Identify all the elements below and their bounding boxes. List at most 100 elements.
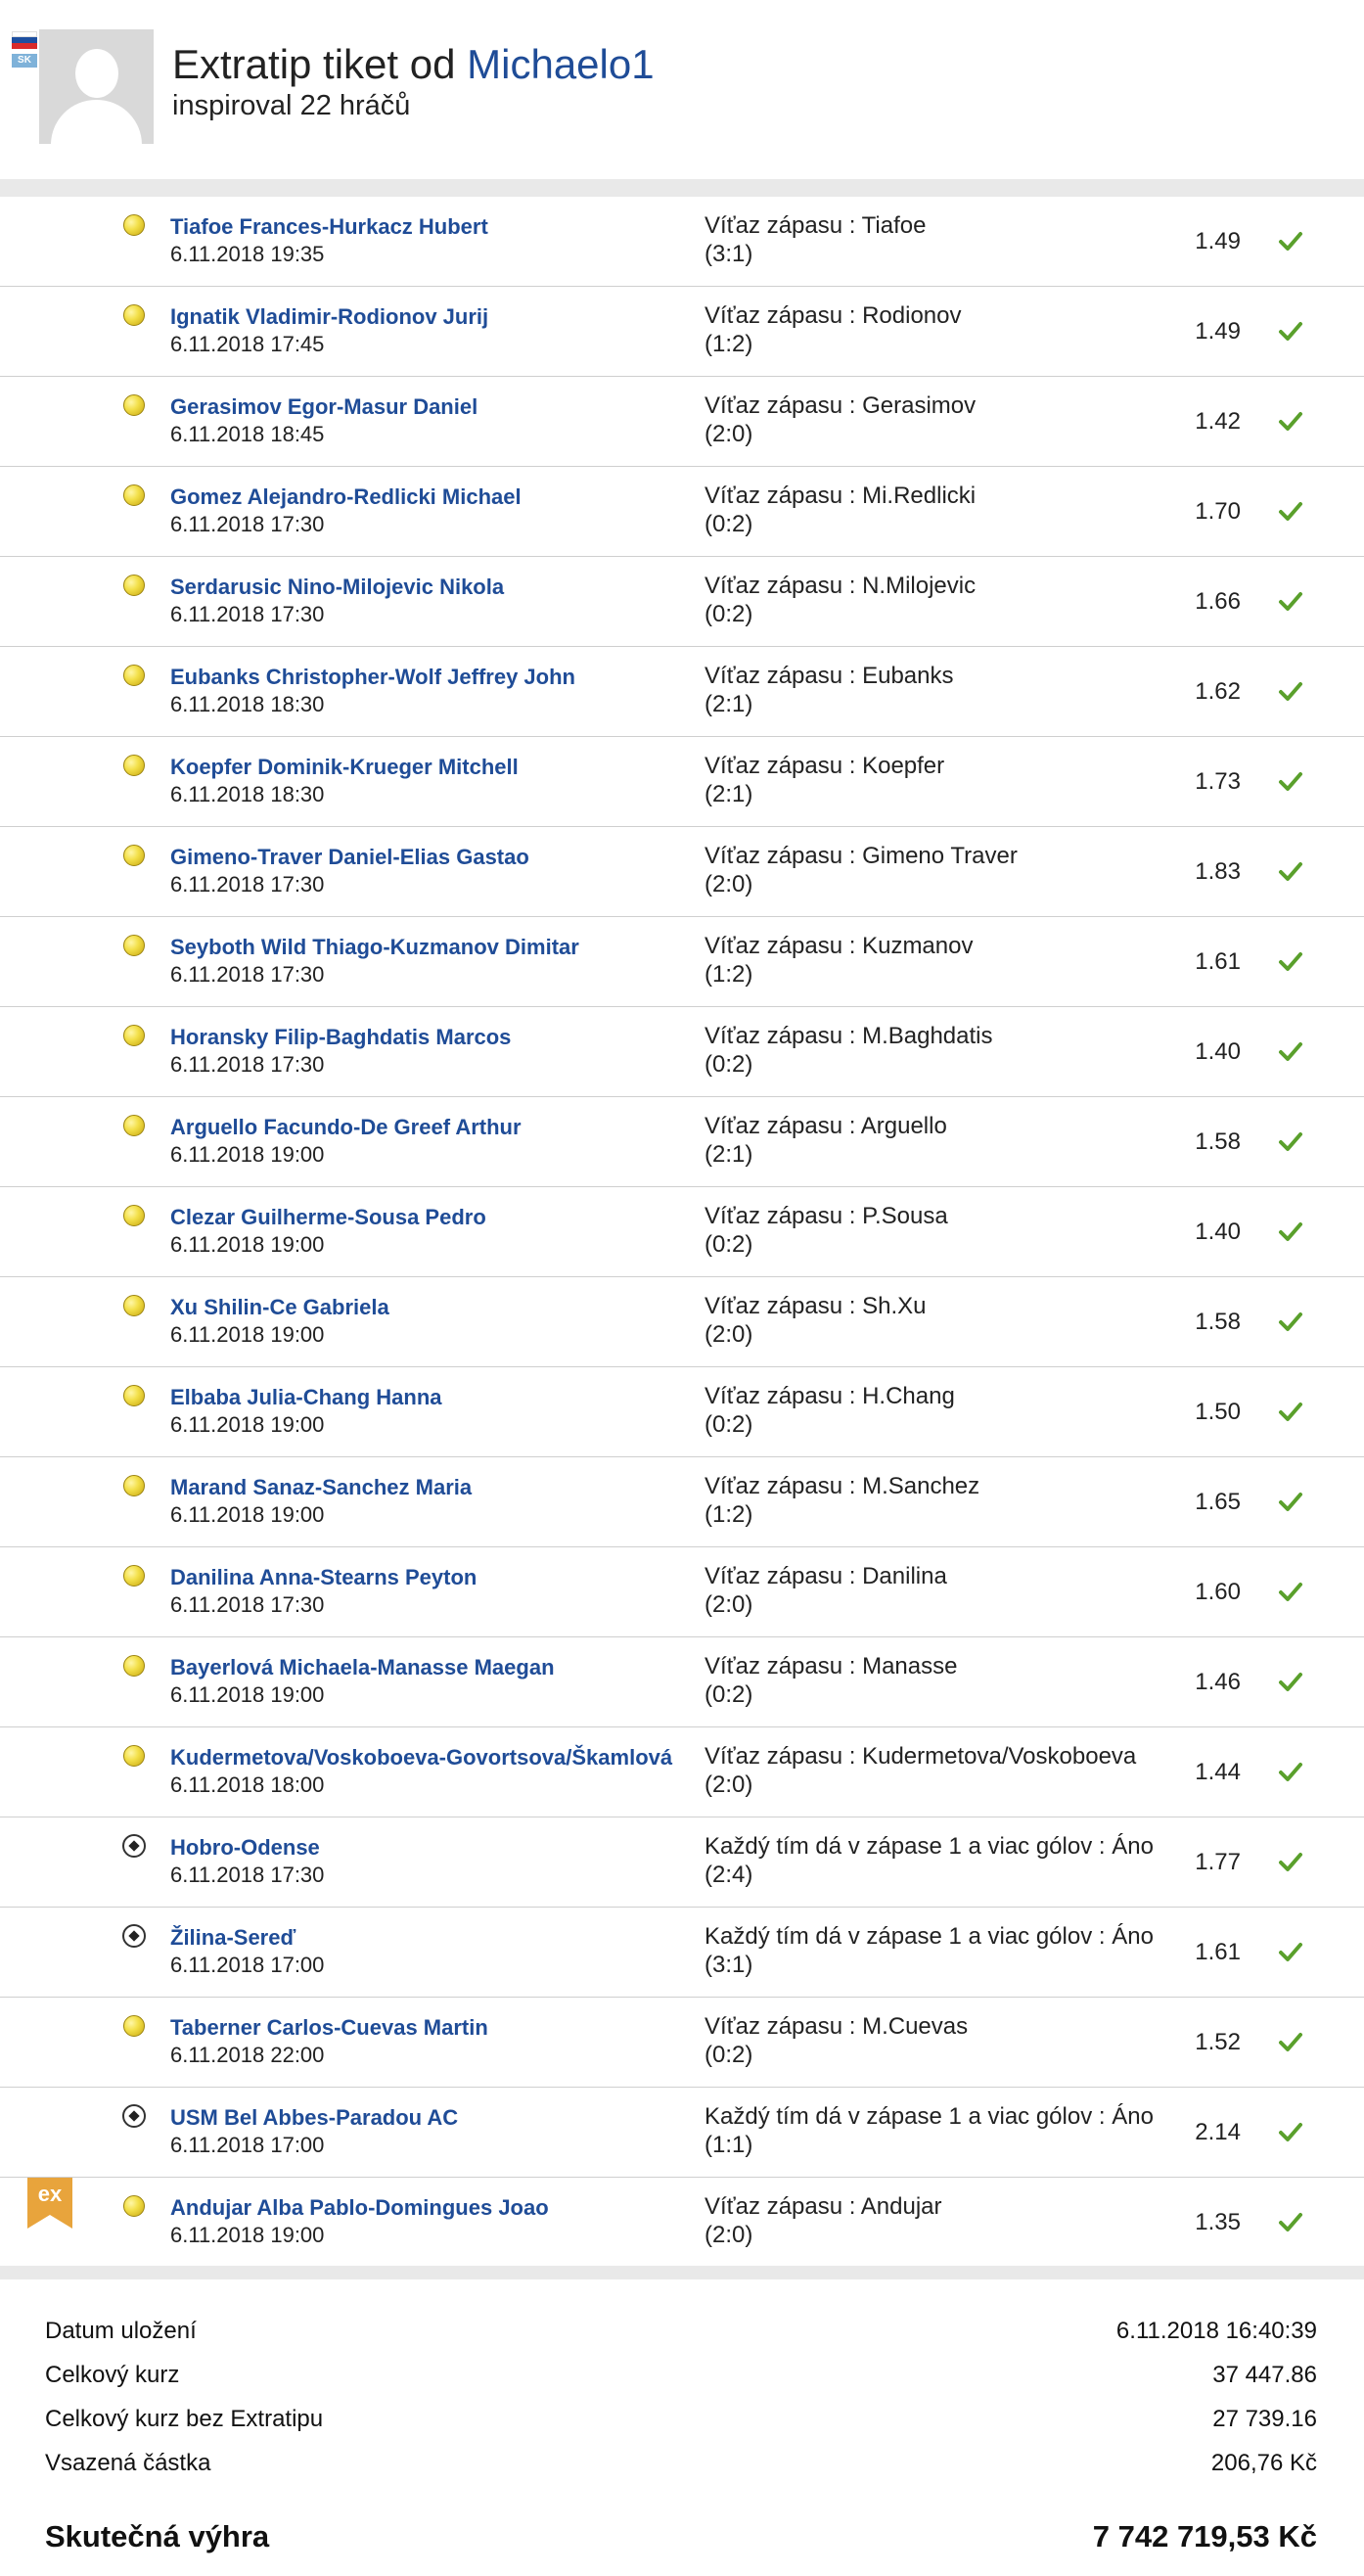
bet-row: Hobro-Odense 6.11.2018 17:30 Každý tím dá … (0, 1817, 1364, 1908)
author-link[interactable]: Michaelo1 (467, 41, 654, 87)
avatar[interactable] (39, 29, 154, 144)
match-link[interactable]: Gimeno-Traver Daniel-Elias Gastao (170, 845, 529, 870)
match-date: 6.11.2018 17:45 (170, 332, 325, 356)
match-score: (0:2) (705, 601, 753, 627)
won-check-icon (1279, 1132, 1302, 1151)
match-link[interactable]: Arguello Facundo-De Greef Arthur (170, 1115, 522, 1140)
match-link[interactable]: Andujar Alba Pablo-Domingues Joao (170, 2195, 549, 2221)
match-score: (2:1) (705, 691, 753, 717)
match-date: 6.11.2018 17:00 (170, 2133, 325, 2157)
match-link[interactable]: Clezar Guilherme-Sousa Pedro (170, 1205, 486, 1230)
tennis-ball-icon (123, 214, 145, 236)
soccer-ball-icon (122, 1924, 146, 1948)
match-score: (0:2) (705, 1411, 753, 1438)
won-check-icon (1279, 1853, 1302, 1871)
summary-value: 6.11.2018 16:40:39 (1115, 2318, 1317, 2344)
bet-pick: Víťaz zápasu : Rodionov (705, 302, 962, 329)
bets-list: Tiafoe Frances-Hurkacz Hubert 6.11.2018 1… (0, 197, 1364, 2268)
bet-pick: Víťaz zápasu : Sh.Xu (705, 1293, 927, 1319)
match-link[interactable]: Hobro-Odense (170, 1835, 320, 1861)
tennis-ball-icon (123, 665, 145, 686)
bet-row: Bayerlová Michaela-Manasse Maegan 6.11.20… (0, 1637, 1364, 1727)
won-check-icon (1279, 592, 1302, 611)
flag-code: SK (12, 54, 37, 68)
match-date: 6.11.2018 17:30 (170, 1863, 325, 1887)
match-link[interactable]: Koepfer Dominik-Krueger Mitchell (170, 755, 519, 780)
match-link[interactable]: Ignatik Vladimir-Rodionov Jurij (170, 304, 488, 330)
match-score: (2:0) (705, 1771, 753, 1798)
match-date: 6.11.2018 19:00 (170, 1142, 325, 1167)
match-score: (1:2) (705, 1501, 753, 1528)
bet-odds: 1.50 (1195, 1399, 1241, 1425)
match-link[interactable]: Serdarusic Nino-Milojevic Nikola (170, 575, 504, 600)
tennis-ball-icon (123, 2015, 145, 2037)
match-score: (1:2) (705, 961, 753, 988)
bet-pick: Každý tím dá v zápase 1 a viac gólov : Á… (705, 1833, 1154, 1860)
page-title: Extratip tiket od Michaelo1 (172, 41, 655, 88)
tennis-ball-icon (123, 1025, 145, 1046)
match-date: 6.11.2018 19:00 (170, 2223, 325, 2247)
summary-label: Datum uložení (45, 2318, 197, 2344)
bet-pick: Víťaz zápasu : M.Cuevas (705, 2013, 969, 2040)
match-link[interactable]: Marand Sanaz-Sanchez Maria (170, 1475, 472, 1500)
bet-pick: Víťaz zápasu : N.Milojevic (705, 573, 977, 599)
bet-pick: Víťaz zápasu : Tiafoe (705, 212, 927, 239)
won-check-icon (1279, 1493, 1302, 1511)
bet-pick: Víťaz zápasu : Gimeno Traver (705, 843, 1018, 869)
bet-pick: Víťaz zápasu : Gerasimov (705, 392, 977, 419)
won-check-icon (1279, 1403, 1302, 1421)
match-link[interactable]: Bayerlová Michaela-Manasse Maegan (170, 1655, 555, 1680)
ticket-summary: Datum uložení 6.11.2018 16:40:39 Celkový k… (45, 2310, 1317, 2486)
bet-odds: 1.46 (1195, 1669, 1241, 1695)
match-date: 6.11.2018 19:35 (170, 242, 325, 266)
title-prefix: Extratip tiket od (172, 41, 456, 87)
summary-row: Celkový kurz 37 447.86 (45, 2354, 1317, 2398)
match-link[interactable]: Gerasimov Egor-Masur Daniel (170, 394, 477, 420)
inspired-suffix: hráčů (339, 90, 411, 121)
tennis-ball-icon (123, 1655, 145, 1677)
match-link[interactable]: Žilina-Sereď (170, 1925, 296, 1951)
tennis-ball-icon (123, 1295, 145, 1316)
match-date: 6.11.2018 17:30 (170, 962, 325, 987)
bet-row: Marand Sanaz-Sanchez Maria 6.11.2018 19:0… (0, 1457, 1364, 1547)
match-link[interactable]: Kudermetova/Voskoboeva-Govortsova/Škamlo… (170, 1745, 672, 1771)
won-check-icon (1279, 1222, 1302, 1241)
won-check-icon (1279, 322, 1302, 341)
soccer-ball-icon (122, 1834, 146, 1858)
inspired-text: inspiroval 22 hráčů (172, 90, 410, 122)
summary-row: Vsazená částka 206,76 Kč (45, 2442, 1317, 2486)
match-score: (0:2) (705, 1231, 753, 1258)
match-link[interactable]: Xu Shilin-Ce Gabriela (170, 1295, 389, 1320)
bet-odds: 1.40 (1195, 1219, 1241, 1245)
match-link[interactable]: USM Bel Abbes-Paradou AC (170, 2105, 458, 2131)
bet-odds: 1.49 (1195, 228, 1241, 254)
match-date: 6.11.2018 19:00 (170, 1682, 325, 1707)
actual-win-value: 7 742 719,53 Kč (1092, 2519, 1317, 2553)
summary-label: Celkový kurz bez Extratipu (45, 2406, 324, 2432)
match-link[interactable]: Seyboth Wild Thiago-Kuzmanov Dimitar (170, 935, 579, 960)
match-link[interactable]: Eubanks Christopher-Wolf Jeffrey John (170, 665, 575, 690)
match-date: 6.11.2018 17:30 (170, 1592, 325, 1617)
won-check-icon (1279, 952, 1302, 971)
summary-value: 206,76 Kč (1210, 2450, 1317, 2476)
bet-row: Elbaba Julia-Chang Hanna 6.11.2018 19:00 V… (0, 1367, 1364, 1457)
won-check-icon (1279, 1763, 1302, 1781)
match-link[interactable]: Taberner Carlos-Cuevas Martin (170, 2015, 488, 2041)
match-link[interactable]: Tiafoe Frances-Hurkacz Hubert (170, 214, 488, 240)
bet-row: Horansky Filip-Baghdatis Marcos 6.11.2018… (0, 1007, 1364, 1097)
match-score: (2:4) (705, 1862, 753, 1888)
match-link[interactable]: Elbaba Julia-Chang Hanna (170, 1385, 442, 1410)
match-link[interactable]: Danilina Anna-Stearns Peyton (170, 1565, 477, 1590)
match-link[interactable]: Gomez Alejandro-Redlicki Michael (170, 484, 522, 510)
match-score: (1:1) (705, 2132, 753, 2158)
bet-row: Clezar Guilherme-Sousa Pedro 6.11.2018 19… (0, 1187, 1364, 1277)
inspired-count: 22 (299, 90, 332, 121)
summary-row: Datum uložení 6.11.2018 16:40:39 (45, 2310, 1317, 2354)
bet-row: Kudermetova/Voskoboeva-Govortsova/Škamlo… (0, 1727, 1364, 1817)
match-score: (2:0) (705, 1591, 753, 1618)
extratip-badge-label: ex (38, 2182, 63, 2206)
summary-row: Celkový kurz bez Extratipu 27 739.16 (45, 2398, 1317, 2442)
flag-icon: SK (12, 31, 37, 68)
tennis-ball-icon (123, 484, 145, 506)
match-link[interactable]: Horansky Filip-Baghdatis Marcos (170, 1025, 511, 1050)
